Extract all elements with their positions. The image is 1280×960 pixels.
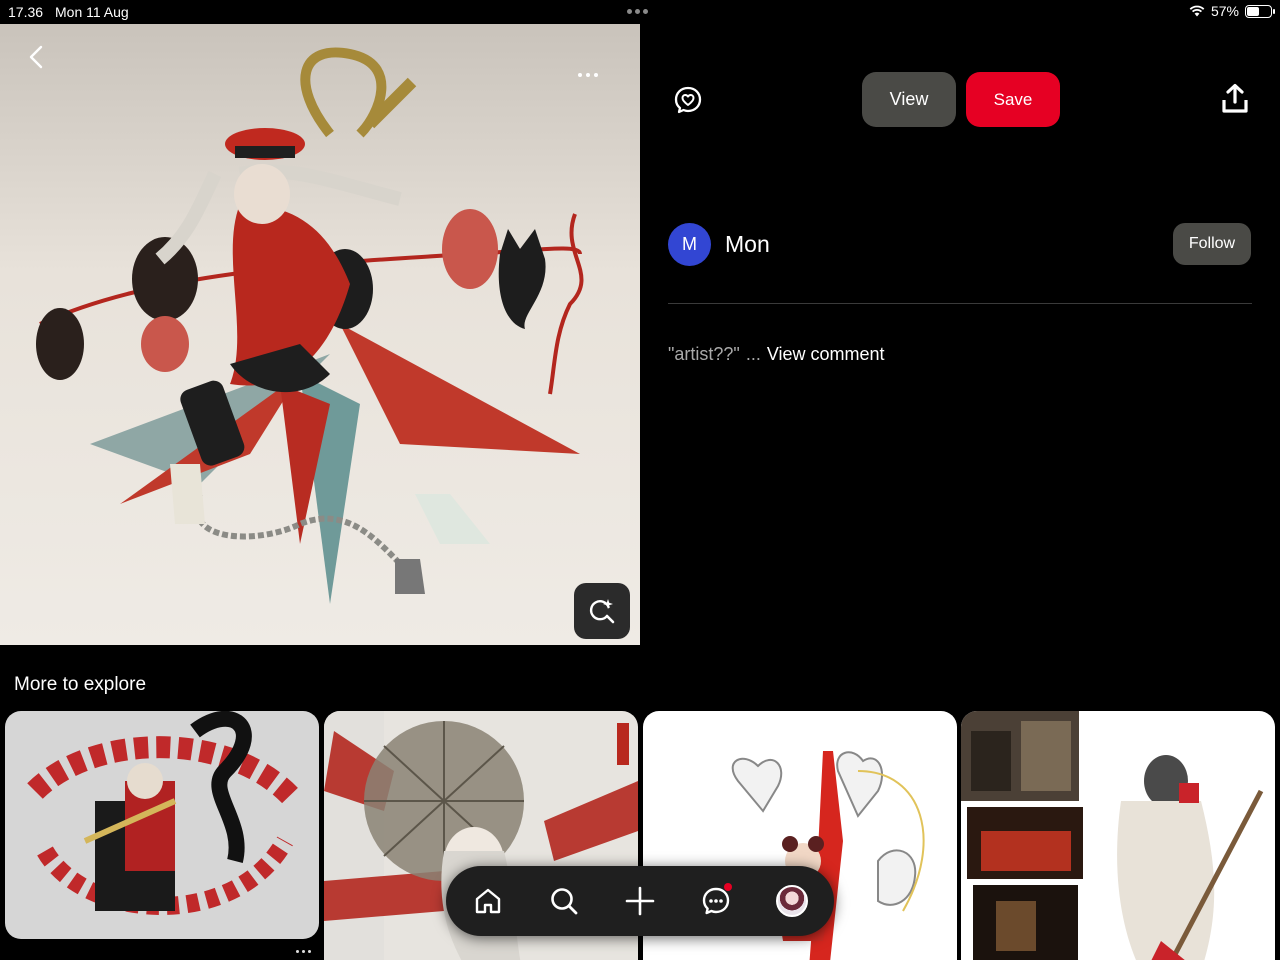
explore-pin-4[interactable] bbox=[961, 711, 1275, 960]
search-icon bbox=[551, 888, 578, 915]
comment-text: "artist??" bbox=[668, 344, 740, 364]
nav-home[interactable] bbox=[470, 883, 506, 919]
explore-pin-1-image bbox=[27, 711, 304, 915]
bottom-nav bbox=[446, 866, 834, 936]
visual-search-button[interactable] bbox=[574, 583, 630, 639]
status-indicators: 57% bbox=[1189, 3, 1275, 19]
creator-avatar[interactable]: M bbox=[668, 223, 711, 266]
view-button[interactable]: View bbox=[862, 72, 956, 127]
nav-create[interactable] bbox=[622, 883, 658, 919]
explore-pin-4-image bbox=[961, 711, 1264, 960]
divider bbox=[668, 303, 1252, 304]
view-comment-link[interactable]: View comment bbox=[767, 344, 885, 365]
save-button[interactable]: Save bbox=[966, 72, 1060, 127]
profile-avatar bbox=[776, 885, 808, 917]
multitasking-dots-icon[interactable] bbox=[627, 9, 648, 14]
follow-button[interactable]: Follow bbox=[1173, 223, 1251, 265]
back-icon[interactable] bbox=[22, 42, 52, 72]
visual-search-icon bbox=[589, 599, 615, 624]
comment-ellipsis: ... bbox=[745, 344, 761, 364]
nav-search[interactable] bbox=[546, 883, 582, 919]
status-date: Mon 11 Aug bbox=[55, 4, 129, 20]
comment-preview: "artist??" ... View comment bbox=[668, 344, 885, 365]
battery-fill bbox=[1247, 6, 1260, 16]
notification-dot bbox=[724, 883, 732, 891]
create-icon bbox=[625, 886, 655, 916]
battery-percent: 57% bbox=[1210, 3, 1239, 19]
pin-image[interactable] bbox=[0, 24, 640, 645]
status-bar: 17.36 Mon 11 Aug 57% bbox=[0, 0, 1280, 24]
battery-icon bbox=[1245, 4, 1275, 18]
status-time: 17.36 bbox=[8, 4, 44, 20]
explore-pin-1-more-icon[interactable] bbox=[296, 950, 311, 953]
home-icon bbox=[475, 888, 501, 914]
reaction-icon[interactable] bbox=[672, 84, 704, 116]
explore-pin-1[interactable] bbox=[5, 711, 319, 939]
wifi-icon bbox=[1189, 5, 1205, 17]
nav-messages[interactable] bbox=[698, 883, 734, 919]
creator-name[interactable]: Mon bbox=[725, 231, 770, 258]
pin-artwork bbox=[36, 47, 584, 604]
share-icon[interactable] bbox=[1218, 82, 1252, 116]
nav-profile[interactable] bbox=[774, 883, 810, 919]
explore-title: More to explore bbox=[14, 674, 147, 695]
more-icon[interactable] bbox=[568, 60, 608, 90]
